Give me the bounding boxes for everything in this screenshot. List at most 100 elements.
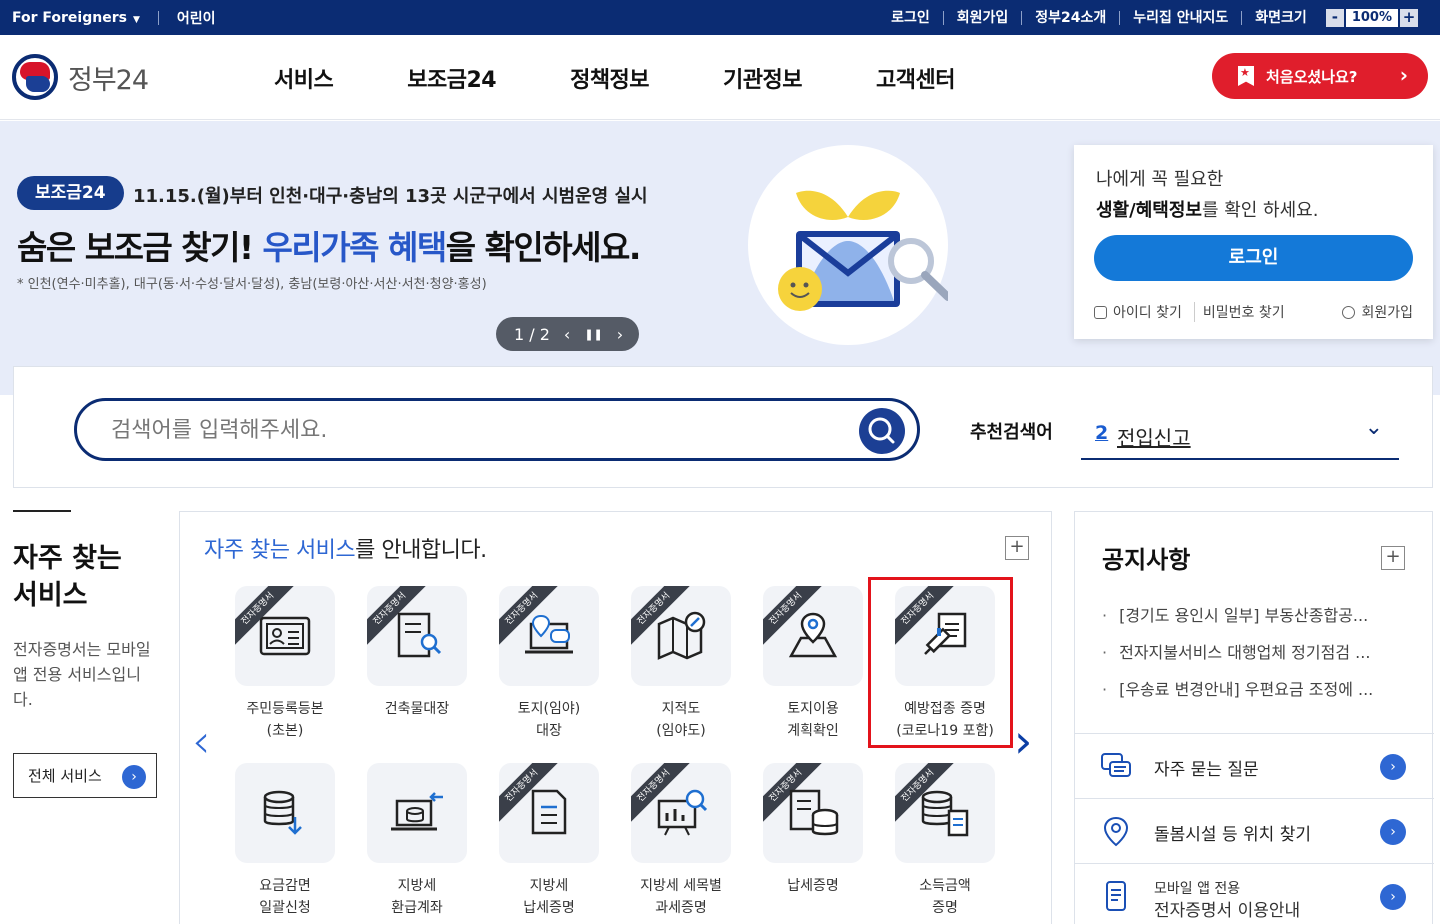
chart-search-icon bbox=[657, 789, 707, 836]
nav-policy[interactable]: 정책정보 bbox=[570, 62, 649, 94]
laptop-transfer-icon bbox=[391, 792, 443, 831]
for-foreigners-dropdown[interactable]: For Foreigners ▼ bbox=[12, 10, 140, 26]
service-tile-box: 전자증명서 bbox=[631, 763, 731, 863]
mobile-phone-icon bbox=[1106, 881, 1126, 911]
service-tile-label: 지적도 (임야도) bbox=[656, 701, 706, 739]
nav-customer-center[interactable]: 고객센터 bbox=[876, 62, 955, 94]
service-tile-label: 소득금액 증명 bbox=[919, 878, 971, 916]
service-tile-box: 전자증명서 bbox=[499, 763, 599, 863]
service-tile[interactable]: 요금감면 일괄신청 bbox=[235, 763, 335, 919]
notice-item[interactable]: [우송료 변경안내] 우편요금 조정에 ... bbox=[1102, 676, 1407, 700]
service-tile-label: 토지이용 계획확인 bbox=[787, 701, 839, 739]
next-slide-icon[interactable]: › bbox=[617, 325, 623, 344]
pause-icon[interactable]: ❚❚ bbox=[584, 328, 602, 341]
zoom-control: - 100% + bbox=[1325, 8, 1418, 27]
all-services-button[interactable]: 전체 서비스 › bbox=[13, 753, 157, 798]
service-tile[interactable]: 전자증명서 납세증명 bbox=[763, 763, 863, 897]
zoom-out-button[interactable]: - bbox=[1325, 8, 1344, 27]
logo-text: 정부24 bbox=[68, 64, 149, 96]
section-description: 전자증명서는 모바일 앱 전용 서비스입니다. bbox=[13, 640, 151, 709]
service-tile-box: 전자증명서 bbox=[367, 586, 467, 686]
document-search-icon bbox=[397, 612, 442, 658]
more-notice-plus-icon[interactable]: + bbox=[1381, 546, 1405, 570]
service-tile-label: 지방세 환급계좌 bbox=[391, 878, 443, 916]
notice-title: 공지사항 bbox=[1102, 546, 1191, 574]
service-tile[interactable]: 전자증명서건축물대장 bbox=[367, 586, 467, 720]
service-tile[interactable]: 전자증명서지적도 (임야도) bbox=[631, 586, 731, 742]
join-link-card[interactable]: 회원가입 bbox=[1342, 302, 1413, 322]
banner-badge: 보조금24 bbox=[17, 176, 124, 210]
login-card-line2: 생활/혜택정보를 확인 하세요. bbox=[1096, 200, 1319, 221]
recommended-keyword-select[interactable]: 2 전입신고 ⌄ bbox=[1081, 411, 1399, 460]
search-button[interactable] bbox=[859, 408, 905, 454]
banner-note: * 인천(연수·미추홀), 대구(동·서·수성·달서·달성), 충남(보령·아산… bbox=[17, 277, 487, 292]
kids-link[interactable]: 어린이 bbox=[177, 8, 216, 28]
more-services-plus-icon[interactable]: + bbox=[1005, 536, 1029, 560]
find-id-link[interactable]: 아이디 찾기 bbox=[1094, 302, 1182, 322]
service-tile-box: 전자증명서 bbox=[631, 586, 731, 686]
carousel-prev-icon[interactable]: ‹ bbox=[192, 714, 210, 768]
caret-down-icon: ▼ bbox=[132, 14, 140, 25]
sitemap-link[interactable]: 누리집 안내지도 bbox=[1119, 10, 1241, 25]
user-icon bbox=[1342, 305, 1356, 319]
arrow-right-icon: › bbox=[1380, 819, 1406, 845]
mobile-cert-row[interactable]: 모바일 앱 전용 전자증명서 이용안내 › bbox=[1075, 863, 1434, 924]
keyword-rank: 2 bbox=[1095, 422, 1109, 444]
service-tile-box bbox=[235, 763, 335, 863]
service-tile-label: 건축물대장 bbox=[384, 701, 450, 717]
location-pin-icon bbox=[1103, 816, 1129, 847]
bookmark-star-icon bbox=[1238, 66, 1254, 86]
service-tile-box: 전자증명서 bbox=[763, 586, 863, 686]
nav-subsidy24[interactable]: 보조금24 bbox=[407, 62, 496, 94]
service-tile[interactable]: 지방세 환급계좌 bbox=[367, 763, 467, 919]
arrow-right-icon: › bbox=[122, 765, 146, 789]
database-download-icon bbox=[263, 790, 302, 835]
search-icon bbox=[868, 417, 895, 444]
arrow-right-icon: › bbox=[1380, 884, 1406, 910]
service-tile[interactable]: 전자증명서 지방세 납세증명 bbox=[499, 763, 599, 919]
global-nav: 서비스 보조금24 정책정보 기관정보 고객센터 bbox=[274, 35, 1029, 120]
map-pin-icon bbox=[788, 612, 838, 658]
join-link[interactable]: 회원가입 bbox=[942, 10, 1022, 25]
highlight-box bbox=[868, 577, 1013, 748]
zoom-in-button[interactable]: + bbox=[1400, 8, 1418, 27]
nav-agency[interactable]: 기관정보 bbox=[723, 62, 802, 94]
site-logo[interactable]: 정부24 bbox=[12, 54, 149, 100]
notice-item[interactable]: [경기도 용인시 일부] 부동산종합공... bbox=[1102, 602, 1407, 626]
screen-size-label: 화면크기 bbox=[1241, 10, 1320, 25]
first-visit-label: 처음오셨나요? bbox=[1266, 67, 1358, 86]
service-tile[interactable]: 전자증명서토지이용 계획확인 bbox=[763, 586, 863, 742]
carousel-next-icon[interactable]: › bbox=[1014, 714, 1032, 768]
login-button[interactable]: 로그인 bbox=[1094, 235, 1413, 281]
zoom-value: 100% bbox=[1345, 8, 1398, 27]
nav-service[interactable]: 서비스 bbox=[274, 62, 334, 94]
login-link[interactable]: 로그인 bbox=[878, 11, 943, 25]
find-password-link[interactable]: 비밀번호 찾기 bbox=[1193, 302, 1285, 322]
tax-document-icon bbox=[531, 789, 567, 835]
search-box bbox=[74, 398, 920, 461]
coins-document-icon bbox=[921, 790, 969, 837]
section-title: 자주 찾는 서비스 bbox=[13, 543, 122, 611]
lock-icon bbox=[1094, 305, 1107, 319]
faq-row[interactable]: 자주 묻는 질문 › bbox=[1075, 733, 1434, 798]
search-input[interactable] bbox=[111, 413, 811, 447]
login-card-line1: 나에게 꼭 필요한 bbox=[1096, 169, 1224, 190]
notice-panel: 공지사항 + [경기도 용인시 일부] 부동산종합공... 전자지불서비스 대행… bbox=[1074, 511, 1434, 924]
about-link[interactable]: 정부24소개 bbox=[1021, 10, 1119, 25]
service-tile[interactable]: 전자증명서 토지(임야) 대장 bbox=[499, 586, 599, 742]
service-tile-box: 전자증명서 bbox=[235, 586, 335, 686]
service-tile-label: 주민등록등본 (초본) bbox=[246, 701, 324, 739]
service-tile[interactable]: 전자증명서주민등록등본 (초본) bbox=[235, 586, 335, 742]
first-visit-button[interactable]: 처음오셨나요? › bbox=[1212, 53, 1428, 99]
notice-item[interactable]: 전자지불서비스 대행업체 정기점검 ... bbox=[1102, 639, 1407, 663]
banner-subtitle: 11.15.(월)부터 인천·대구·충남의 13곳 시군구에서 시범운영 실시 bbox=[133, 186, 648, 207]
keyword-link[interactable]: 전입신고 bbox=[1117, 422, 1191, 451]
chevron-down-icon[interactable]: ⌄ bbox=[1365, 415, 1383, 440]
recommended-keyword-label: 추천검색어 bbox=[970, 422, 1053, 443]
facility-row[interactable]: 돌봄시설 등 위치 찾기 › bbox=[1075, 798, 1434, 863]
taeguk-logo-icon bbox=[12, 54, 58, 100]
prev-slide-icon[interactable]: ‹ bbox=[564, 325, 570, 344]
service-tile-label: 납세증명 bbox=[787, 878, 839, 894]
service-tile[interactable]: 전자증명서 지방세 세목별 과세증명 bbox=[631, 763, 731, 919]
service-tile[interactable]: 전자증명서 소득금액 증명 bbox=[895, 763, 995, 919]
